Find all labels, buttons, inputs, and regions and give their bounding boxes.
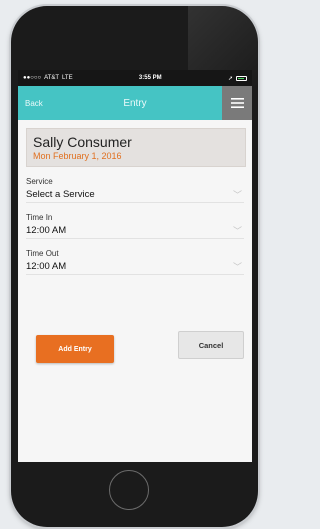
time-out-label: Time Out xyxy=(26,249,59,258)
consumer-date: Mon February 1, 2016 xyxy=(33,151,122,161)
signal-dots-icon: ●●○○○ xyxy=(23,75,42,81)
cancel-button[interactable]: Cancel xyxy=(178,331,244,359)
service-field: Service Select a Service ﹀ xyxy=(26,167,244,203)
time-in-value: 12:00 AM xyxy=(26,224,67,236)
status-right: ➚ xyxy=(228,75,247,82)
home-button[interactable] xyxy=(109,470,149,510)
menu-button[interactable] xyxy=(222,86,252,120)
battery-icon xyxy=(235,75,247,81)
add-entry-button[interactable]: Add Entry xyxy=(36,335,114,363)
chevron-down-icon: ﹀ xyxy=(232,225,242,236)
actions-bar: Add Entry Cancel xyxy=(18,331,252,363)
hamburger-icon xyxy=(230,98,244,108)
network-label: LTE xyxy=(62,75,73,81)
carrier-label: AT&T xyxy=(44,75,60,81)
chevron-down-icon: ﹀ xyxy=(232,261,242,272)
status-left: ●●○○○ AT&T LTE xyxy=(23,75,73,81)
chevron-down-icon: ﹀ xyxy=(232,189,242,200)
status-bar: ●●○○○ AT&T LTE 3:55 PM ➚ xyxy=(18,70,252,86)
time-in-label: Time In xyxy=(26,213,53,222)
time-out-field: Time Out 12:00 AM ﹀ xyxy=(26,239,244,275)
nav-bar: Back Entry xyxy=(18,86,252,120)
phone-screen: ●●○○○ AT&T LTE 3:55 PM ➚ Back Entry Sall… xyxy=(18,70,252,462)
service-value: Select a Service xyxy=(26,188,95,200)
consumer-name: Sally Consumer xyxy=(33,134,132,150)
back-button[interactable]: Back xyxy=(25,99,43,108)
time-in-select[interactable]: 12:00 AM ﹀ xyxy=(26,222,244,239)
time-in-field: Time In 12:00 AM ﹀ xyxy=(26,203,244,239)
service-label: Service xyxy=(26,177,53,186)
consumer-card: Sally Consumer Mon February 1, 2016 xyxy=(26,128,246,167)
page-title: Entry xyxy=(123,97,147,109)
status-time: 3:55 PM xyxy=(138,75,162,81)
time-out-select[interactable]: 12:00 AM ﹀ xyxy=(26,258,244,275)
service-select[interactable]: Select a Service ﹀ xyxy=(26,186,244,203)
location-icon: ➚ xyxy=(227,75,233,82)
time-out-value: 12:00 AM xyxy=(26,260,67,272)
